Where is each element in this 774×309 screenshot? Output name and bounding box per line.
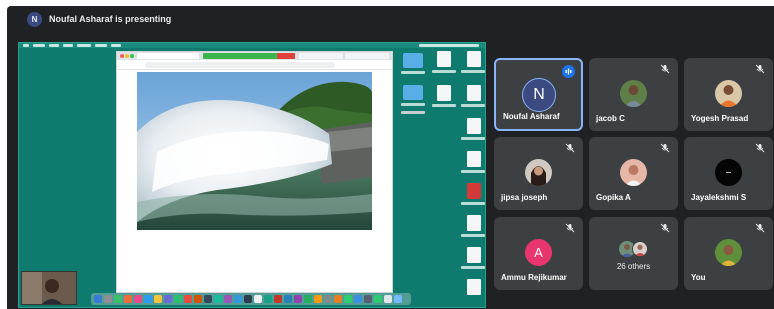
mac-menu-bar	[19, 43, 485, 48]
participant-name: Noufal Asharaf	[503, 112, 560, 121]
participant-photo	[715, 159, 742, 186]
mic-off-icon	[755, 223, 765, 233]
participant-photo	[715, 239, 742, 266]
presenting-bar: N Noufal Asharaf is presenting	[7, 6, 774, 32]
presenting-label: Noufal Asharaf is presenting	[49, 14, 172, 24]
participant-tile-yogesh[interactable]: Yogesh Prasad	[684, 58, 773, 131]
participant-photo	[620, 80, 647, 107]
participant-tile-jipsa[interactable]: jipsa joseph	[494, 137, 583, 210]
folder-icon[interactable]	[403, 53, 423, 68]
file-icon[interactable]	[467, 279, 481, 295]
file-icon[interactable]	[437, 85, 451, 101]
participant-photo	[632, 241, 648, 257]
browser-tab-strip	[117, 52, 392, 60]
participant-photo	[620, 159, 647, 186]
browser-window[interactable]	[116, 51, 393, 293]
participant-name: Jayalekshmi S	[691, 193, 747, 202]
browser-toolbar	[117, 60, 392, 70]
participant-name: You	[691, 273, 706, 282]
participant-name: Gopika A	[596, 193, 631, 202]
address-bar[interactable]	[145, 62, 335, 68]
file-icon[interactable]	[467, 85, 481, 101]
pdf-file-icon[interactable]	[467, 183, 481, 199]
mac-dock	[91, 293, 411, 305]
participant-tile-ammu[interactable]: A Ammu Rejikumar	[494, 217, 583, 290]
file-icon[interactable]	[437, 51, 451, 67]
mic-off-icon	[755, 64, 765, 74]
meet-window: N Noufal Asharaf is presenting N Noufal …	[7, 6, 774, 309]
file-icon[interactable]	[467, 118, 481, 134]
participant-tile-others[interactable]: 26 others	[589, 217, 678, 290]
dam-spillway-image	[137, 72, 372, 230]
presenter-avatar: N	[27, 12, 42, 27]
participant-photo	[525, 159, 552, 186]
participant-tile-jacob[interactable]: jacob C	[589, 58, 678, 131]
shared-screen[interactable]	[18, 42, 486, 308]
participant-tile-noufal[interactable]: N Noufal Asharaf	[494, 58, 583, 131]
presenter-camera-preview	[21, 271, 77, 305]
participant-tile-gopika[interactable]: Gopika A	[589, 137, 678, 210]
participant-name: Yogesh Prasad	[691, 114, 749, 123]
participant-tile-you[interactable]: You	[684, 217, 773, 290]
participant-name: Ammu Rejikumar	[501, 273, 567, 282]
audio-levels-icon	[562, 65, 575, 78]
participant-name: jacob C	[596, 114, 625, 123]
participant-photo	[715, 80, 742, 107]
mic-off-icon	[565, 143, 575, 153]
mic-off-icon	[660, 223, 670, 233]
participant-avatar: N	[522, 78, 556, 112]
mic-off-icon	[660, 143, 670, 153]
file-icon[interactable]	[467, 151, 481, 167]
others-count-label: 26 others	[616, 262, 651, 271]
file-icon[interactable]	[467, 215, 481, 231]
file-icon[interactable]	[467, 51, 481, 67]
mic-off-icon	[565, 223, 575, 233]
participant-tile-jayalekshmi[interactable]: Jayalekshmi S	[684, 137, 773, 210]
mic-off-icon	[755, 143, 765, 153]
participant-name: jipsa joseph	[501, 193, 548, 202]
stop-sharing-button[interactable]	[277, 53, 295, 59]
participant-avatar: A	[525, 239, 552, 266]
mic-off-icon	[660, 64, 670, 74]
folder-icon[interactable]	[403, 85, 423, 100]
file-icon[interactable]	[467, 247, 481, 263]
